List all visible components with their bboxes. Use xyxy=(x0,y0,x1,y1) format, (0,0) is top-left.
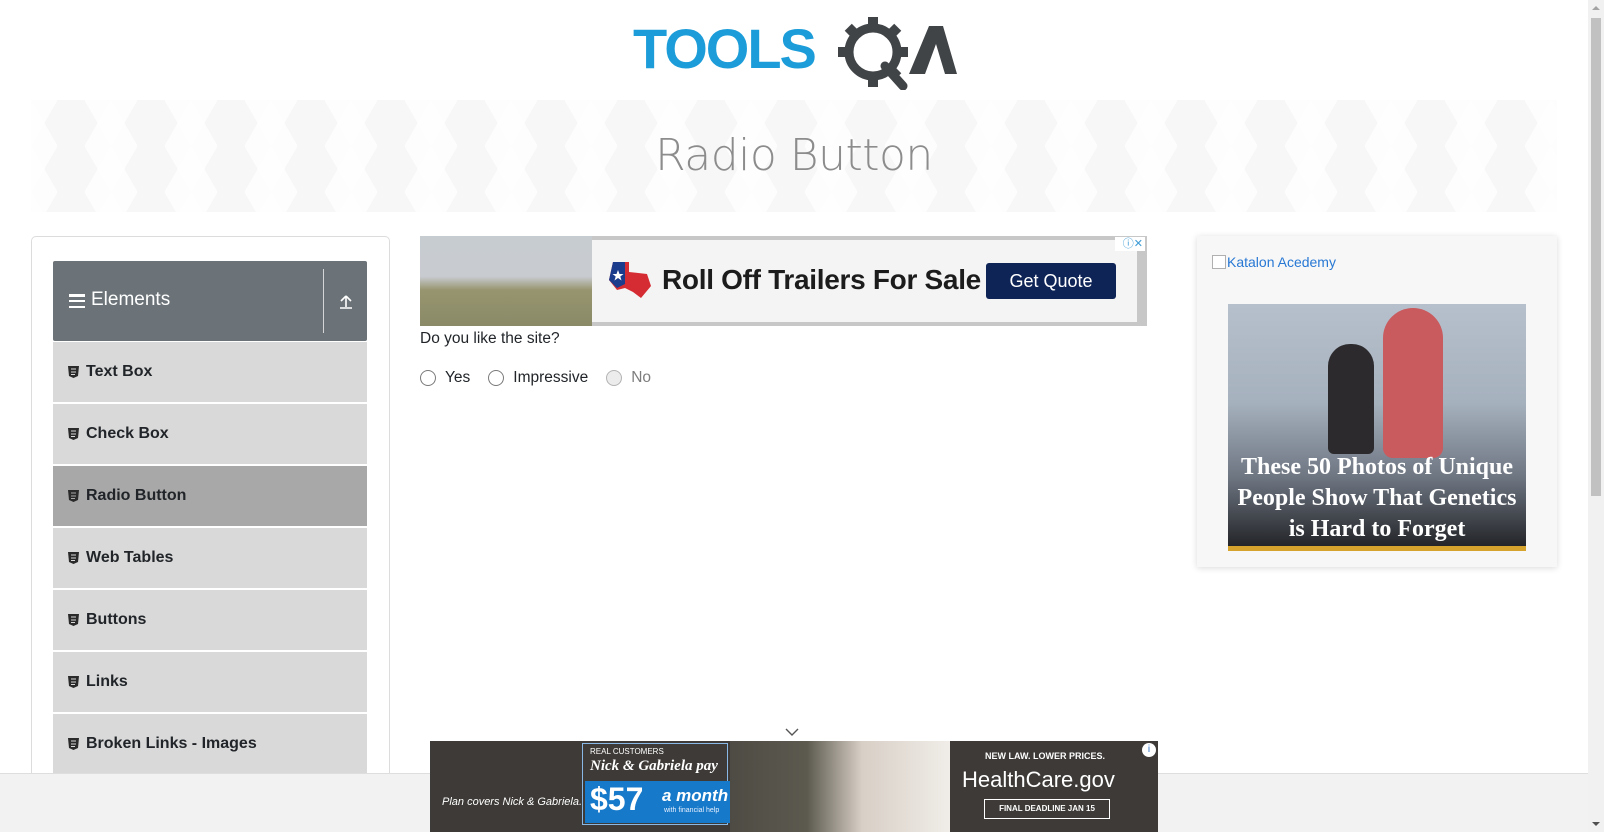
sidebar-item-links[interactable]: Links xyxy=(53,652,367,714)
sidebar-item-check-box[interactable]: Check Box xyxy=(53,404,367,466)
html5-icon xyxy=(68,676,79,688)
chevron-down-icon[interactable] xyxy=(785,727,799,737)
html5-icon xyxy=(68,738,79,750)
broken-image-icon xyxy=(1212,255,1226,269)
impressive-label[interactable]: Impressive xyxy=(513,369,588,387)
elements-menu-list: Text Box Check Box Radio Button Web Tabl… xyxy=(53,342,367,776)
top-ad-banner[interactable]: Roll Off Trailers For Sale Get Quote ⓘ✕ xyxy=(420,236,1147,326)
right-ad-container: Katalon Acedemy These 50 Photos of Uniqu… xyxy=(1197,236,1557,567)
broken-image-alt: Katalon Acedemy xyxy=(1227,254,1336,270)
ad-headline: Roll Off Trailers For Sale xyxy=(662,264,981,295)
sidebar-item-buttons[interactable]: Buttons xyxy=(53,590,367,652)
promo-caption: These 50 Photos of Unique People Show Th… xyxy=(1237,454,1517,542)
ad-names: Nick & Gabriela pay xyxy=(590,758,718,774)
yes-radio[interactable] xyxy=(420,370,436,386)
ad-price: $57 xyxy=(590,781,644,817)
scroll-up-arrow-icon[interactable] xyxy=(1588,0,1604,16)
group-title: Elements xyxy=(91,289,171,310)
promo-figure xyxy=(1383,308,1443,458)
sidebar-item-text-box[interactable]: Text Box xyxy=(53,342,367,404)
html5-icon xyxy=(68,552,79,564)
ad-real-customers: REAL CUSTOMERS xyxy=(590,747,664,756)
ad-new-law: NEW LAW. LOWER PRICES. xyxy=(985,751,1106,761)
no-radio xyxy=(606,370,623,386)
katalon-broken-image[interactable]: Katalon Acedemy xyxy=(1212,254,1336,270)
ad-period: a month xyxy=(662,786,729,805)
logo-tools-text: TOOLS xyxy=(633,17,816,80)
ad-help: with financial help xyxy=(664,807,720,814)
ad-plan-text: Plan covers Nick & Gabriela. xyxy=(442,796,582,808)
sidebar-item-label: Text Box xyxy=(86,363,153,380)
radio-option-no: No xyxy=(606,369,651,387)
page-title: Radio Button xyxy=(655,130,933,181)
sidebar-item-label: Web Tables xyxy=(86,549,174,566)
sidebar-item-radio-button[interactable]: Radio Button xyxy=(53,466,367,528)
sidebar-item-broken-links[interactable]: Broken Links - Images xyxy=(53,714,367,776)
impressive-radio[interactable] xyxy=(488,370,505,386)
left-sidebar: Elements Text Box Check Box Radio Button… xyxy=(31,236,390,796)
radio-group: Yes Impressive No xyxy=(420,369,669,387)
bottom-ad-banner[interactable]: Plan covers Nick & Gabriela. REAL CUSTOM… xyxy=(430,741,1158,832)
collapse-up-icon[interactable] xyxy=(325,261,367,341)
html5-icon xyxy=(68,366,79,378)
sidebar-item-label: Check Box xyxy=(86,425,169,442)
toolsqa-logo[interactable]: TOOLS xyxy=(633,14,957,91)
scroll-thumb[interactable] xyxy=(1591,18,1601,496)
radio-option-impressive[interactable]: Impressive xyxy=(488,369,588,387)
hamburger-icon xyxy=(69,294,85,309)
ad-deadline: FINAL DEADLINE JAN 15 xyxy=(984,799,1110,819)
no-label: No xyxy=(631,369,652,386)
sidebar-item-label: Buttons xyxy=(86,611,147,628)
question-text: Do you like the site? xyxy=(420,330,560,347)
sidebar-item-web-tables[interactable]: Web Tables xyxy=(53,528,367,590)
promo-ad[interactable]: These 50 Photos of Unique People Show Th… xyxy=(1228,304,1526,551)
yes-label[interactable]: Yes xyxy=(445,369,470,387)
sidebar-item-label: Broken Links - Images xyxy=(86,735,257,752)
page-banner: Radio Button xyxy=(31,100,1557,212)
sidebar-item-label: Radio Button xyxy=(86,487,187,504)
html5-icon xyxy=(68,428,79,440)
ad-people-photo xyxy=(730,741,950,832)
logo-a-shape xyxy=(909,26,957,74)
elements-group-header[interactable]: Elements xyxy=(53,261,367,341)
promo-stripe xyxy=(1228,546,1526,551)
header-divider xyxy=(323,269,324,333)
radio-option-yes[interactable]: Yes xyxy=(420,369,470,387)
get-quote-button[interactable]: Get Quote xyxy=(986,263,1116,299)
ad-info-icon[interactable]: i xyxy=(1142,743,1156,757)
promo-figure xyxy=(1328,344,1374,454)
trailer-photo xyxy=(420,236,592,326)
html5-icon xyxy=(68,614,79,626)
gear-icon xyxy=(838,17,908,91)
adchoices-close-icon[interactable]: ⓘ✕ xyxy=(1115,237,1145,251)
texas-flag-icon xyxy=(609,262,651,298)
scroll-down-arrow-icon[interactable] xyxy=(1588,816,1604,832)
ad-brand: HealthCare.gov xyxy=(962,767,1115,792)
html5-icon xyxy=(68,490,79,502)
sidebar-item-label: Links xyxy=(86,673,128,690)
vertical-scrollbar[interactable] xyxy=(1588,0,1604,832)
